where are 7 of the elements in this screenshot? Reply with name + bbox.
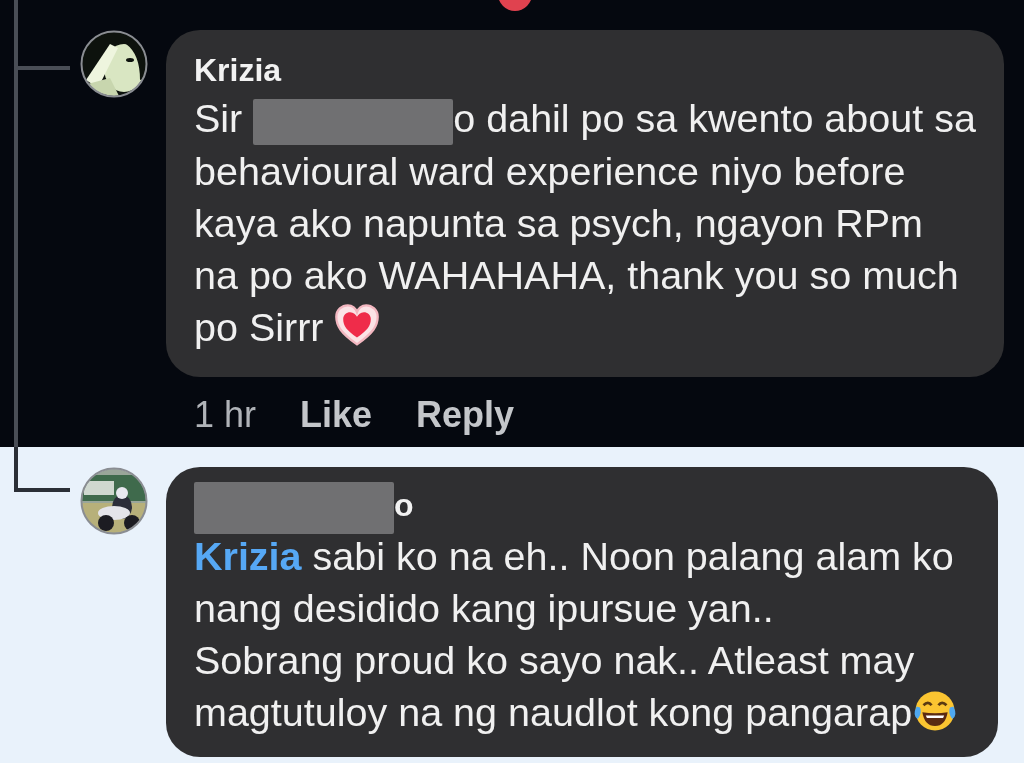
- author-name[interactable]: Krizia: [194, 52, 976, 88]
- mention-link[interactable]: Krizia: [194, 533, 302, 578]
- comment-action-button[interactable]: Like: [300, 393, 373, 436]
- comment-time: 1 hr: [194, 393, 257, 436]
- reaction-icon: [497, 0, 533, 12]
- comment-action-button[interactable]: Reply: [416, 393, 515, 436]
- comment-text: Sir o dahil po sa kwento about sa behavioural ward experience niyo before kaya ako napunta sa psych, ngayon RPm na po ako WAHAHAHA, thank you so much po Sirrr: [194, 95, 976, 351]
